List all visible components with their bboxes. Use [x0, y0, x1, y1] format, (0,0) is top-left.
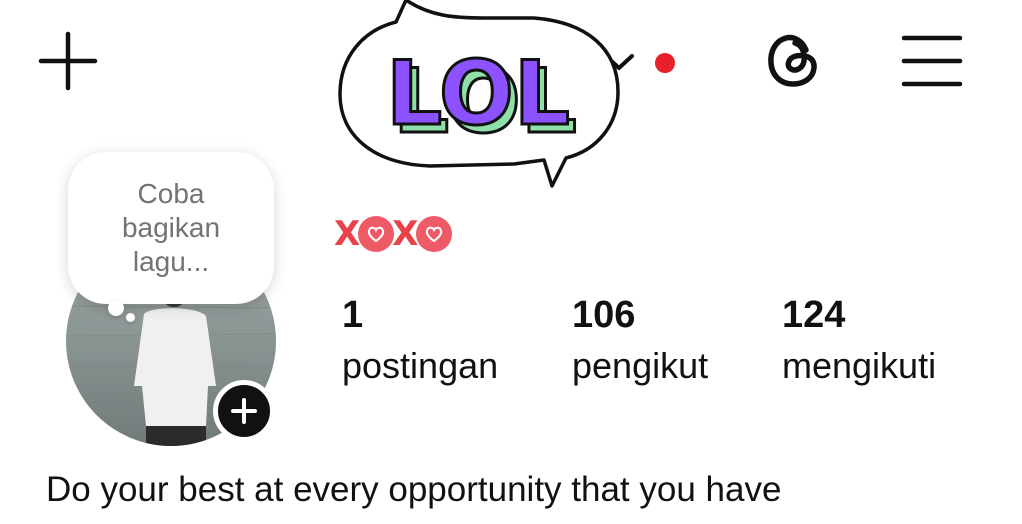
stat-followers-count: 106	[572, 294, 636, 336]
notification-dot	[655, 53, 675, 73]
display-name-sticker: X X	[334, 214, 453, 254]
stat-posts-count: 1	[342, 294, 364, 336]
stat-following-count: 124	[782, 294, 846, 336]
note-bubble-tail	[108, 300, 124, 316]
profile-page: LOL LOL Coba bagikan lagu... X X 1 posti…	[0, 0, 1022, 524]
heart-icon	[416, 216, 453, 252]
stat-following-label: mengikuti	[782, 345, 937, 386]
stat-following[interactable]: 124 mengikuti	[782, 292, 936, 388]
stat-posts[interactable]: 1 postingan	[342, 292, 498, 388]
threads-button[interactable]	[762, 28, 826, 92]
xoxo-letter: X	[334, 214, 361, 254]
menu-button[interactable]	[900, 32, 964, 90]
stat-followers[interactable]: 106 pengikut	[572, 292, 708, 388]
threads-icon	[768, 34, 817, 87]
note-bubble[interactable]: Coba bagikan lagu...	[68, 152, 274, 304]
xoxo-letter: X	[392, 214, 419, 254]
heart-icon	[358, 216, 395, 252]
stat-posts-label: postingan	[342, 345, 499, 386]
plus-icon	[231, 398, 257, 424]
note-bubble-tail-small	[126, 313, 135, 322]
hamburger-menu-icon	[901, 35, 963, 87]
create-button[interactable]	[36, 30, 100, 94]
stat-followers-label: pengikut	[572, 345, 709, 386]
add-story-button[interactable]	[213, 380, 275, 442]
lol-sticker[interactable]: LOL LOL	[334, 0, 624, 194]
profile-bio: Do your best at every opportunity that y…	[46, 470, 782, 509]
plus-icon	[38, 31, 98, 91]
note-text: Coba bagikan lagu...	[121, 178, 221, 277]
lol-sticker-text: LOL	[386, 42, 570, 145]
